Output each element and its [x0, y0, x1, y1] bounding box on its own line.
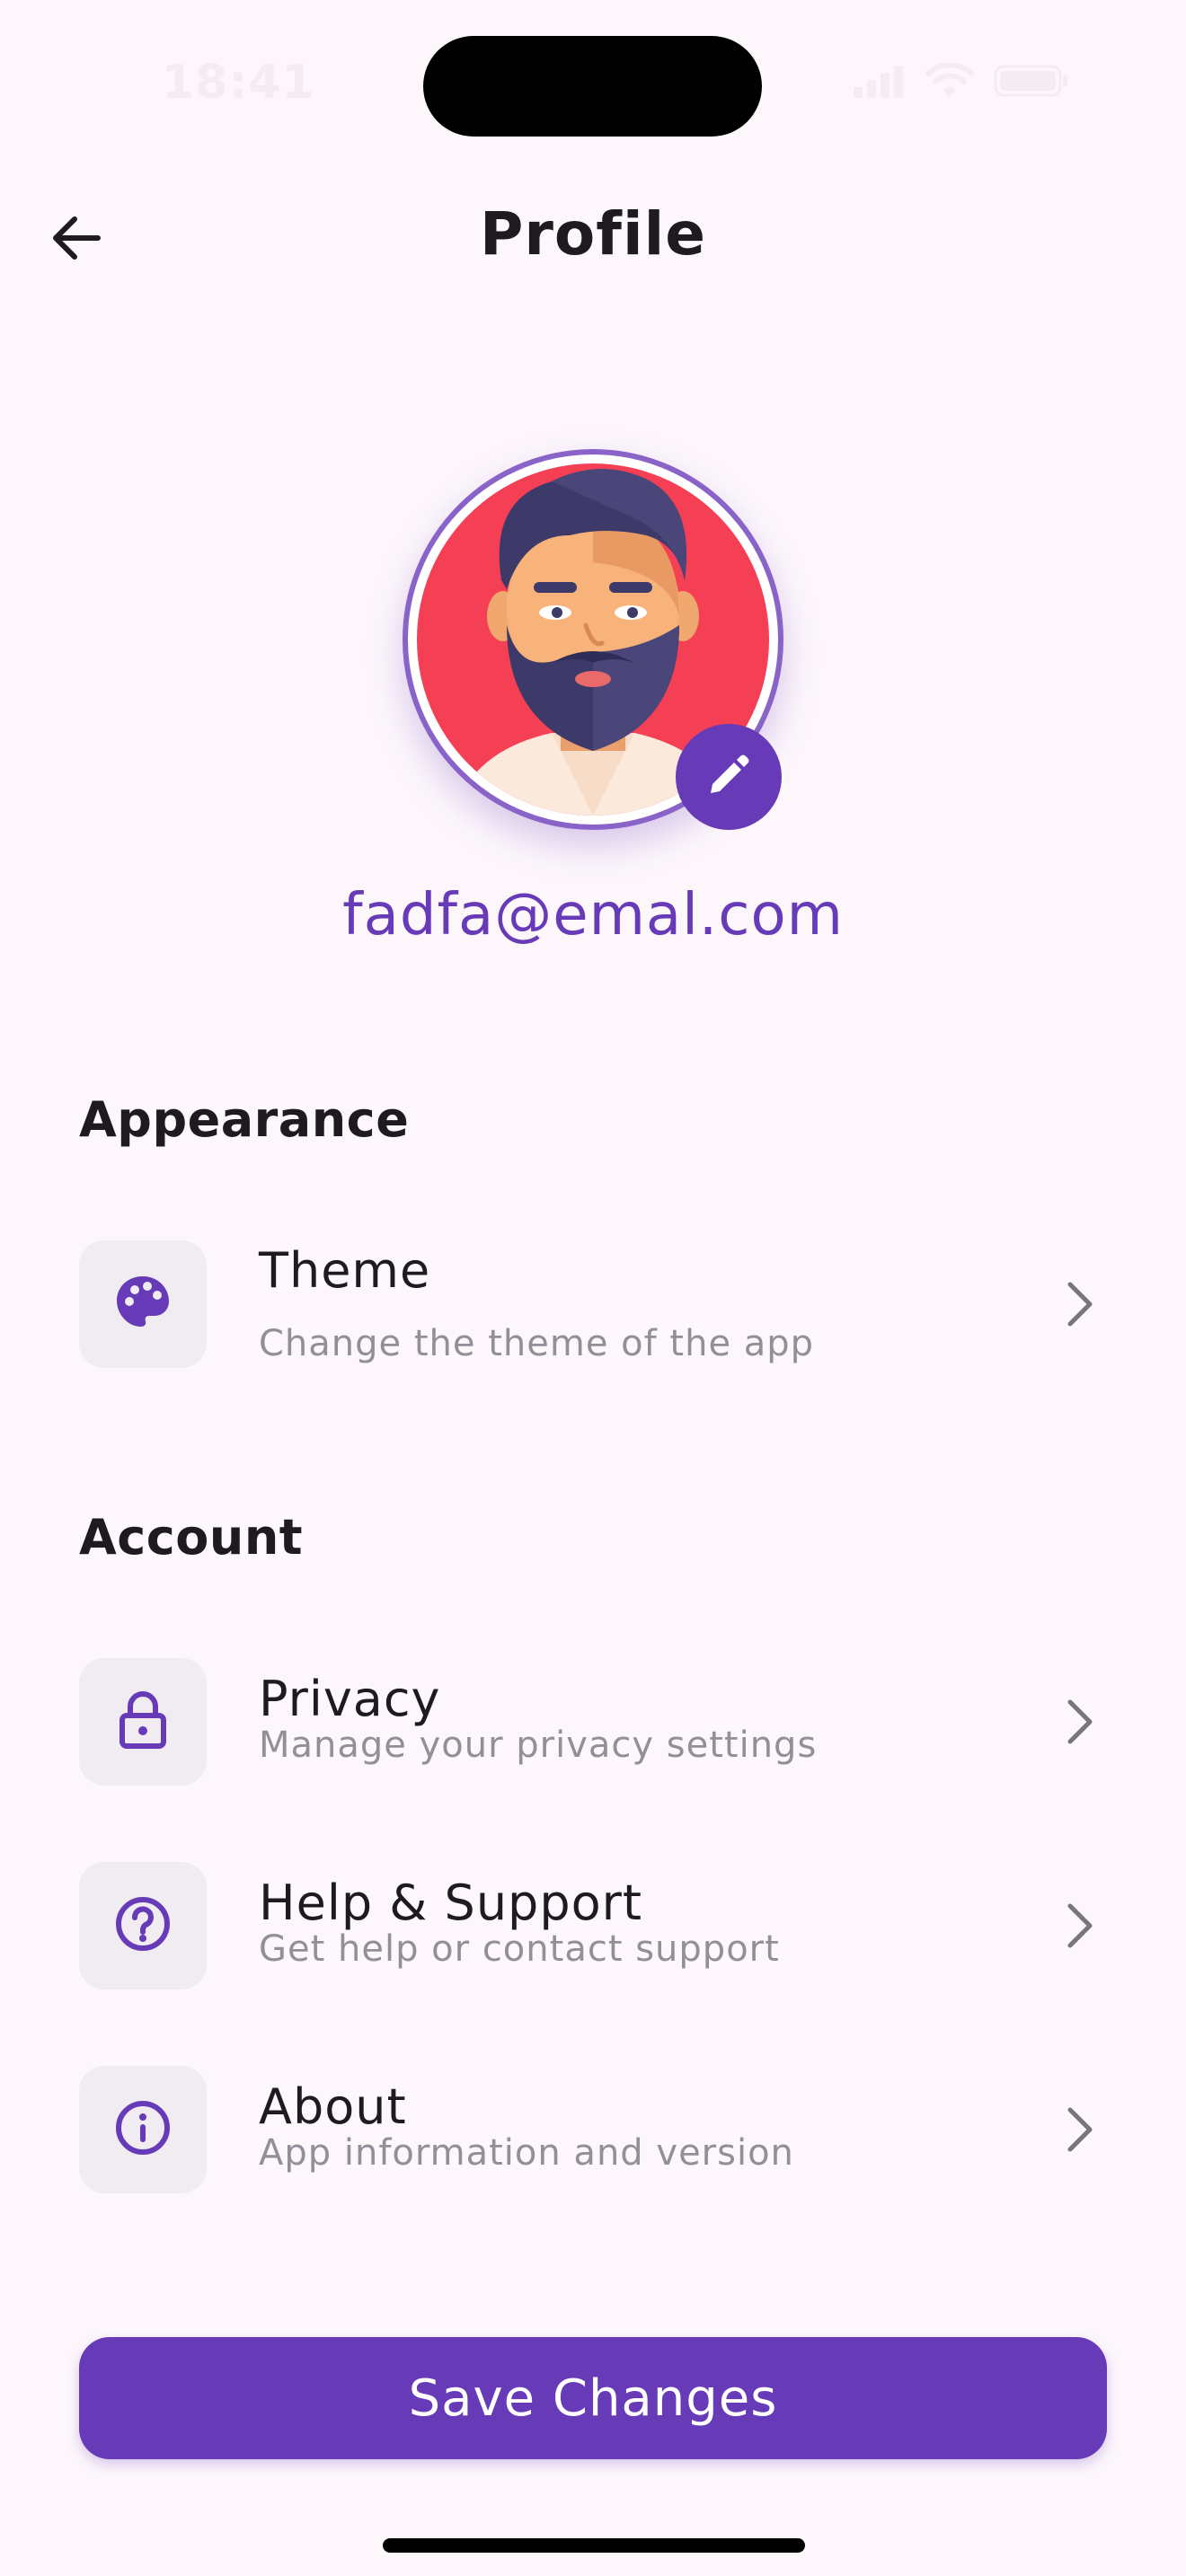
about-title: About	[259, 2078, 407, 2135]
list-item-about[interactable]: About App information and version	[79, 2066, 1107, 2201]
privacy-icon-box	[79, 1658, 207, 1786]
list-item-privacy[interactable]: Privacy Manage your privacy settings	[79, 1658, 1107, 1793]
page-title: Profile	[480, 199, 706, 269]
pencil-icon	[705, 752, 752, 802]
signal-icon	[854, 64, 906, 98]
section-title-account: Account	[79, 1509, 304, 1566]
dynamic-island	[423, 36, 762, 137]
theme-icon-box	[79, 1240, 207, 1368]
about-subtitle: App information and version	[259, 2132, 794, 2174]
help-support-title: Help & Support	[259, 1875, 643, 1931]
wifi-icon	[925, 63, 974, 99]
edit-avatar-button[interactable]	[676, 724, 782, 830]
theme-title: Theme	[259, 1242, 431, 1299]
about-icon-box	[79, 2066, 207, 2193]
home-indicator	[383, 2538, 805, 2553]
help-support-subtitle: Get help or contact support	[259, 1928, 780, 1970]
status-time: 18:41	[162, 56, 315, 110]
section-title-appearance: Appearance	[79, 1091, 410, 1148]
chevron-right-icon	[1053, 1896, 1107, 1955]
chevron-right-icon	[1053, 1692, 1107, 1751]
help-icon-box	[79, 1862, 207, 1989]
save-changes-button[interactable]: Save Changes	[79, 2337, 1107, 2459]
help-icon	[113, 1894, 173, 1957]
profile-email: fadfa@emal.com	[342, 882, 844, 948]
privacy-subtitle: Manage your privacy settings	[259, 1725, 818, 1766]
battery-icon	[994, 63, 1069, 99]
privacy-title: Privacy	[259, 1671, 441, 1727]
theme-subtitle: Change the theme of the app	[259, 1323, 815, 1364]
lock-icon	[116, 1690, 170, 1753]
list-item-help-support[interactable]: Help & Support Get help or contact suppo…	[79, 1862, 1107, 1997]
list-item-theme[interactable]: Theme Change the theme of the app	[79, 1240, 1107, 1375]
info-icon	[113, 2098, 173, 2161]
chevron-right-icon	[1053, 2100, 1107, 2159]
palette-icon	[113, 1273, 173, 1336]
chevron-right-icon	[1053, 1275, 1107, 1334]
status-icons	[854, 63, 1069, 99]
